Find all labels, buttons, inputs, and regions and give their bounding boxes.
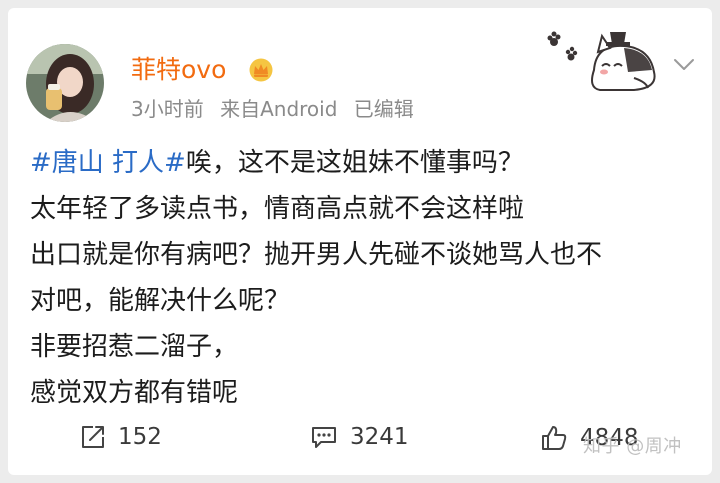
vip-crown-icon: [249, 58, 273, 82]
author-avatar[interactable]: [26, 44, 104, 122]
post-meta: 3小时前 来自Android 已编辑: [131, 96, 424, 122]
post-line-4: 对吧，能解决什么呢？: [30, 286, 291, 316]
post-time: 3小时前: [131, 97, 204, 121]
post-line-1: #唐山 打人#唉，这不是这姐妹不懂事吗？: [30, 140, 690, 186]
repost-icon: [82, 426, 104, 448]
zhihu-watermark: 知乎 @周冲: [583, 436, 682, 457]
cat-sticker-icon: [547, 31, 656, 91]
chevron-down-icon[interactable]: [672, 56, 696, 72]
author-name[interactable]: 菲特ovo: [131, 54, 226, 86]
weibo-post-card: 菲特ovo 3小时前 来自Android 已编辑 #唐山 打人#唉，这不是这姐妹…: [8, 8, 712, 475]
post-text: 唉，这不是这姐妹不懂事吗？: [185, 148, 524, 178]
thumbs-up-icon: [542, 426, 567, 450]
comment-icon: [312, 427, 336, 448]
post-content: #唐山 打人#唉，这不是这姐妹不懂事吗？ 太年轻了多读点书，情商高点就不会这样啦…: [30, 140, 690, 416]
repost-count: 152: [118, 424, 162, 450]
post-line-2: 太年轻了多读点书，情商高点就不会这样啦: [30, 194, 525, 224]
post-line-5: 非要招惹二溜子，: [30, 332, 239, 362]
post-source: 来自Android: [220, 97, 338, 121]
post-edited-label[interactable]: 已编辑: [354, 97, 414, 121]
hashtag-link[interactable]: #唐山 打人#: [30, 148, 186, 178]
post-line-3: 出口就是你有病吧？抛开男人先碰不谈她骂人也不: [30, 240, 603, 270]
comment-button[interactable]: 3241: [310, 424, 409, 450]
post-line-6: 感觉双方都有错呢: [30, 378, 239, 408]
comment-count: 3241: [350, 424, 409, 450]
repost-button[interactable]: 152: [80, 424, 162, 450]
